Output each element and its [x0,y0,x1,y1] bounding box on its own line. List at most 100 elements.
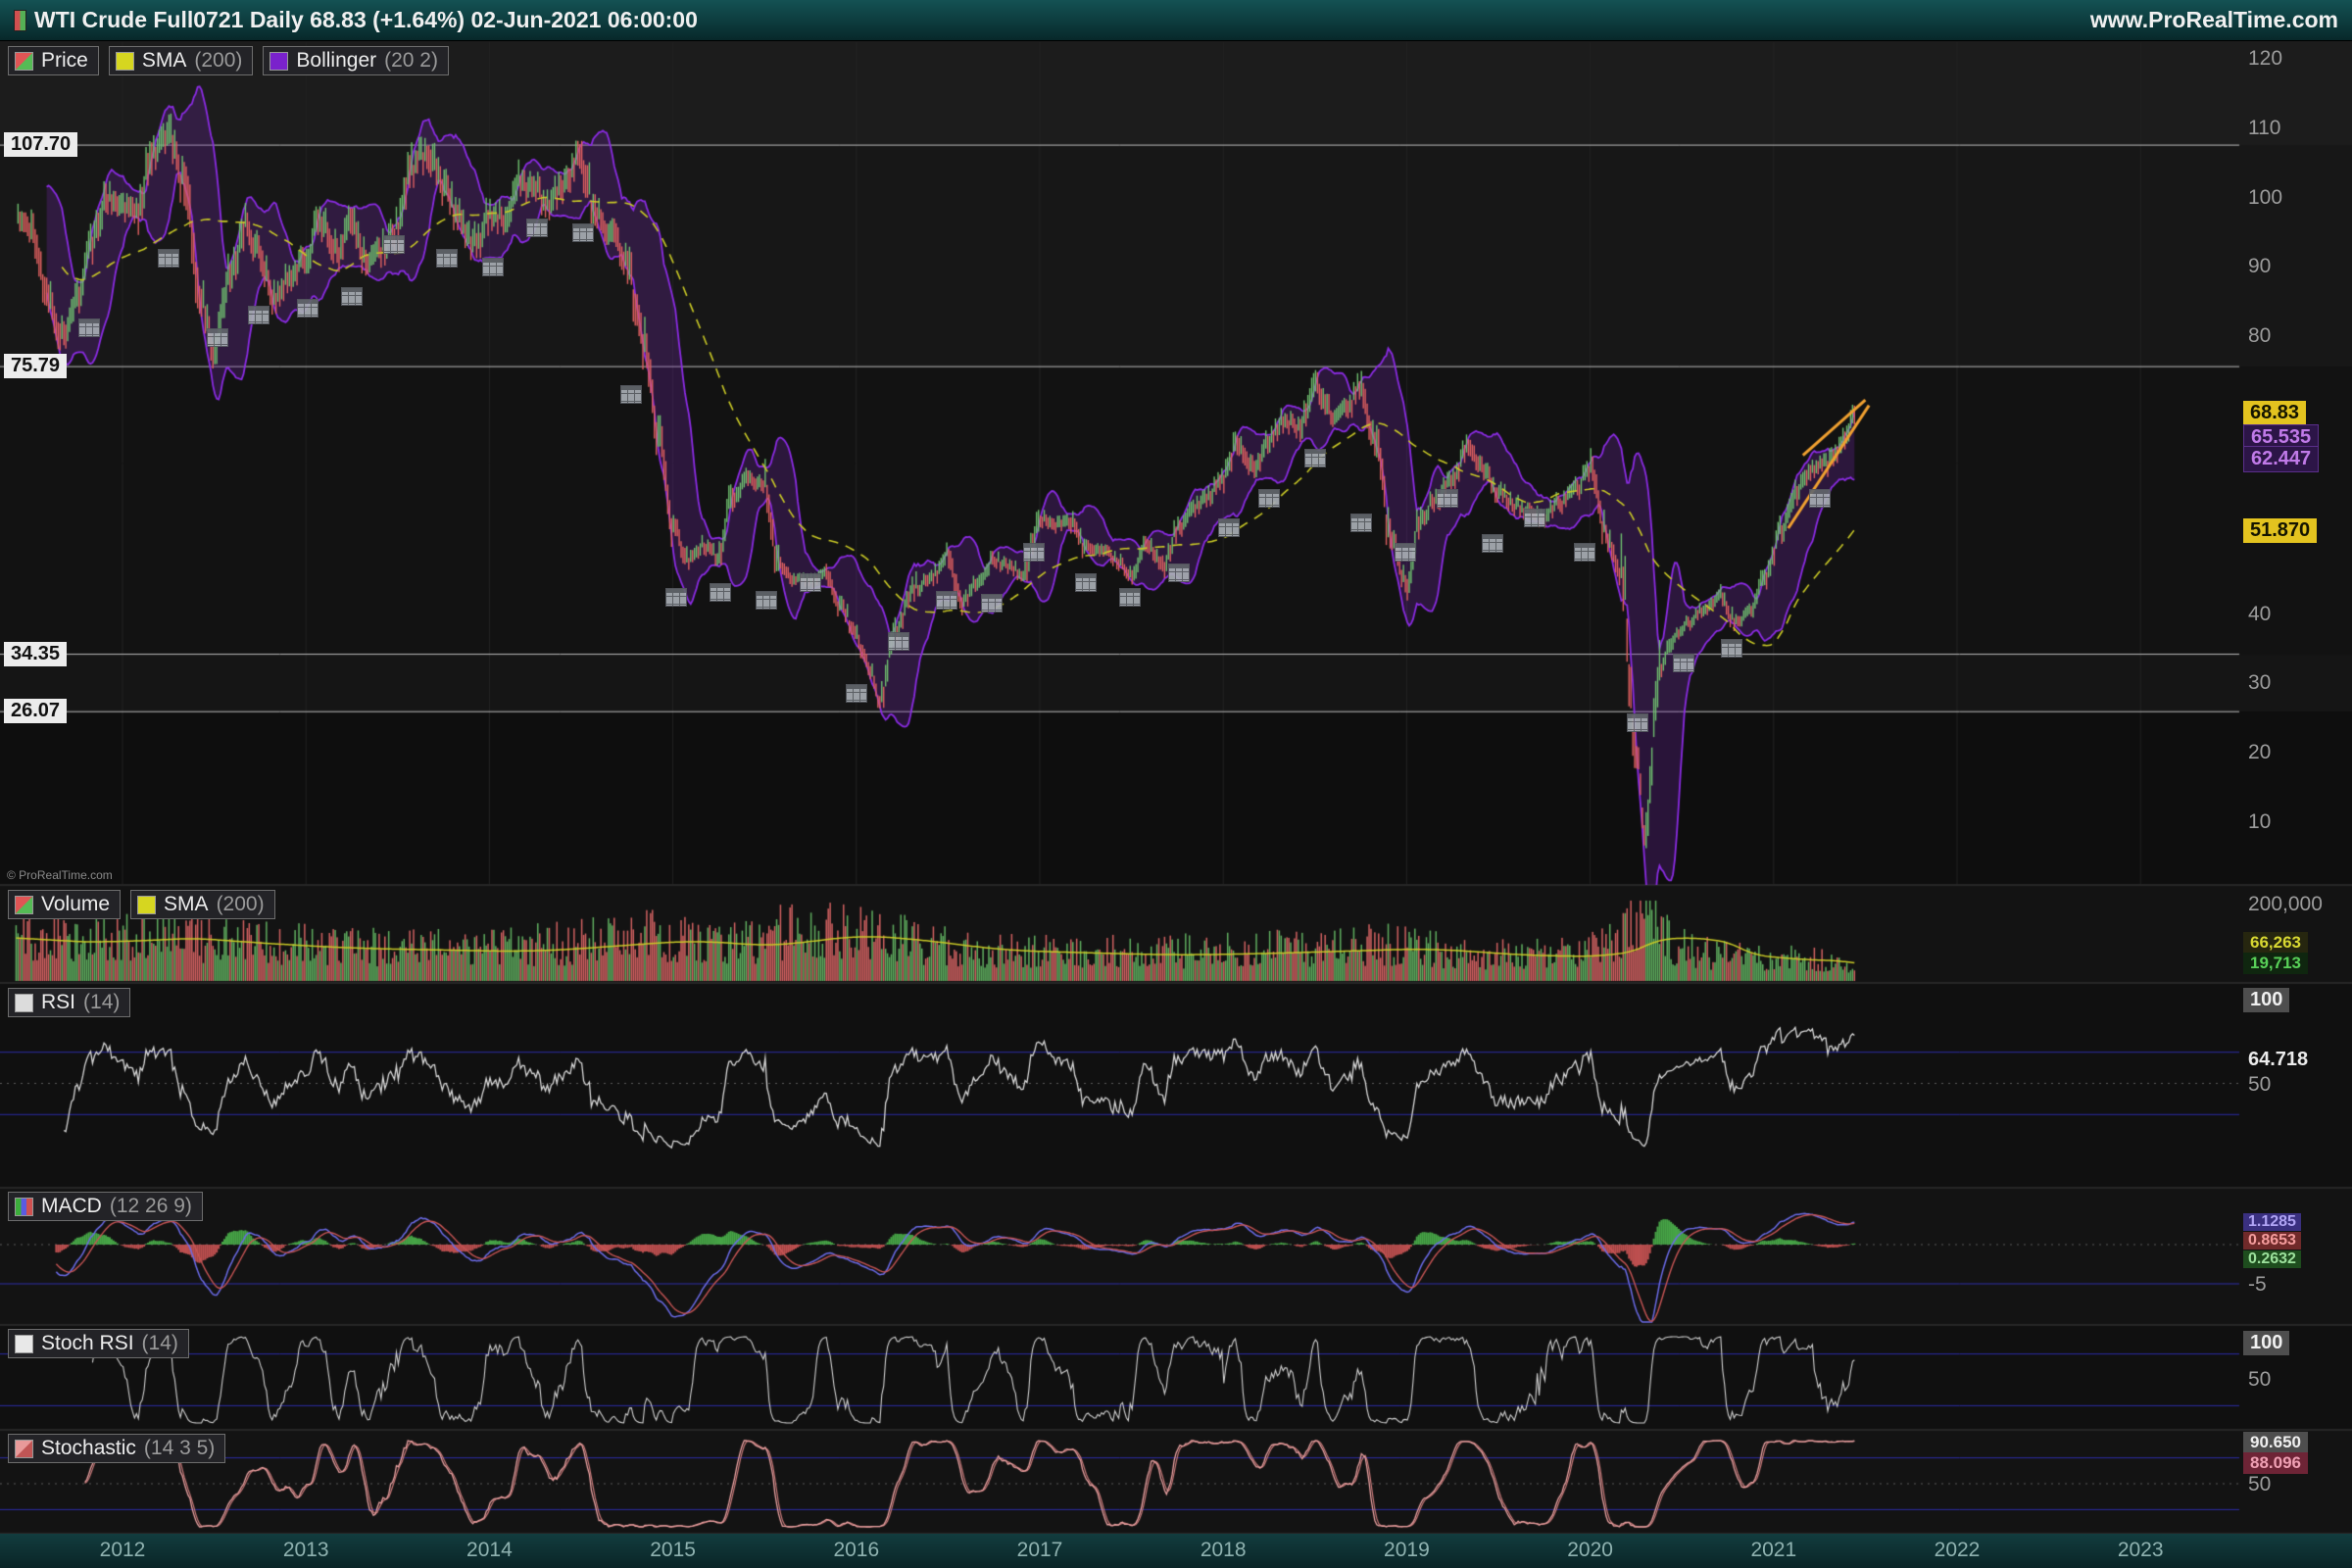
year-label-2020: 2020 [1567,1539,1613,1562]
legend-label: MACD [41,1195,102,1218]
calendar-icon [1218,518,1240,537]
rsi-value-label: 64.718 [2248,1049,2308,1071]
price-tag-62.447: 62.447 [2243,446,2319,472]
legend-params: (200) [217,893,265,916]
legend-bollinger-20-2[interactable]: Bollinger (20 2) [263,46,449,75]
legend-row: Stochastic(14 3 5) [8,1434,225,1463]
legend-params: (20 2) [384,49,438,73]
calendar-icon [1809,489,1831,508]
trading-platform-window: WTI Crude Full0721 Daily 68.83 (+1.64%) … [0,0,2352,1568]
year-label-2016: 2016 [833,1539,879,1562]
bollinger-swatch-icon [270,52,288,71]
calendar-icon [297,299,318,318]
calendar-icon [1673,654,1694,672]
calendar-icon [665,588,687,607]
stochastic-scale-50: 50 [2248,1473,2271,1496]
macd-scale-minus5: -5 [2248,1273,2267,1297]
year-label-2014: 2014 [466,1539,513,1562]
price-swatch-icon [15,896,33,914]
calendar-icon [436,249,458,268]
legend-sma-200[interactable]: SMA(200) [109,46,254,75]
price-axis-tick: 10 [2248,810,2271,834]
time-axis-strip[interactable] [0,1534,2352,1568]
legend-label: Stoch RSI [41,1332,134,1355]
legend-params: (14) [83,991,120,1014]
calendar-icon [1395,543,1416,562]
legend-row: Volume SMA (200) [8,890,275,919]
calendar-icon [1168,564,1190,582]
year-label-2023: 2023 [2118,1539,2164,1562]
calendar-icon [1437,489,1458,508]
price-axis-tick: 40 [2248,603,2271,626]
rsi-scale-50: 50 [2248,1073,2271,1097]
price-axis-tick: 100 [2248,186,2282,210]
stochrsi-scale-50: 50 [2248,1368,2271,1392]
year-label-2012: 2012 [100,1539,146,1562]
legend-label: Bollinger [296,49,376,73]
legend-stochastic-14-3-5[interactable]: Stochastic(14 3 5) [8,1434,225,1463]
volume-sma-label: 66,263 [2243,932,2308,954]
price-level-label[interactable]: 26.07 [4,699,67,723]
legend-macd-12-26-9[interactable]: MACD (12 26 9) [8,1192,203,1221]
price-level-label[interactable]: 107.70 [4,132,77,157]
volume-last-label: 19,713 [2243,953,2308,974]
legend-params: (12 26 9) [110,1195,192,1218]
legend-label: Stochastic [41,1437,136,1460]
calendar-icon [341,287,363,306]
price-tag-51.870: 51.870 [2243,518,2317,543]
calendar-icon [981,594,1003,612]
legend-volume[interactable]: Volume [8,890,121,919]
calendar-icon [888,632,909,651]
price-level-label[interactable]: 34.35 [4,642,67,666]
title-bar: WTI Crude Full0721 Daily 68.83 (+1.64%) … [0,0,2352,41]
volume-max-label: 200,000 [2248,893,2323,916]
sma-swatch-icon [137,896,156,914]
calendar-icon [1350,514,1372,532]
year-label-2017: 2017 [1017,1539,1063,1562]
chart-canvas[interactable] [0,0,2352,1568]
legend-row: Price SMA(200) Bollinger (20 2) [8,46,449,75]
legend-label: SMA [164,893,209,916]
instrument-candle-icon [14,10,26,31]
legend-row: Stoch RSI (14) [8,1329,189,1358]
calendar-icon [1075,573,1097,592]
price-axis-tick: 80 [2248,324,2271,348]
macd-value-0: 1.1285 [2243,1213,2301,1231]
calendar-icon [1258,489,1280,508]
calendar-icon [620,385,642,404]
legend-stoch-rsi-14[interactable]: Stoch RSI (14) [8,1329,189,1358]
calendar-icon [158,249,179,268]
year-label-2015: 2015 [650,1539,696,1562]
calendar-icon [936,591,957,610]
calendar-icon [756,591,777,610]
calendar-icon [846,684,867,703]
legend-rsi-14[interactable]: RSI (14) [8,988,130,1017]
macd-swatch-icon [15,1198,33,1216]
legend-label: RSI [41,991,75,1014]
year-label-2019: 2019 [1384,1539,1430,1562]
calendar-icon [572,223,594,242]
calendar-icon [1627,713,1648,732]
calendar-icon [1119,588,1141,607]
calendar-icon [1721,639,1742,658]
legend-sma-200[interactable]: SMA (200) [130,890,275,919]
calendar-icon [1482,534,1503,553]
legend-price[interactable]: Price [8,46,99,75]
price-axis-tick: 110 [2248,117,2280,140]
calendar-icon [78,318,100,337]
legend-row: RSI (14) [8,988,130,1017]
legend-params: (14) [142,1332,178,1355]
calendar-icon [383,235,405,254]
site-link[interactable]: www.ProRealTime.com [2090,7,2338,33]
calendar-icon [710,583,731,602]
rsi-scale-100: 100 [2243,988,2289,1012]
price-swatch-icon [15,52,33,71]
stochastic-k-label: 88.096 [2243,1452,2308,1474]
chart-title: WTI Crude Full0721 Daily 68.83 (+1.64%) … [34,7,698,33]
legend-label: Price [41,49,88,73]
stochastic-d-label: 90.650 [2243,1432,2308,1453]
calendar-icon [800,573,821,592]
price-level-label[interactable]: 75.79 [4,354,67,378]
legend-row: MACD (12 26 9) [8,1192,203,1221]
macd-value-2: 0.2632 [2243,1250,2301,1268]
